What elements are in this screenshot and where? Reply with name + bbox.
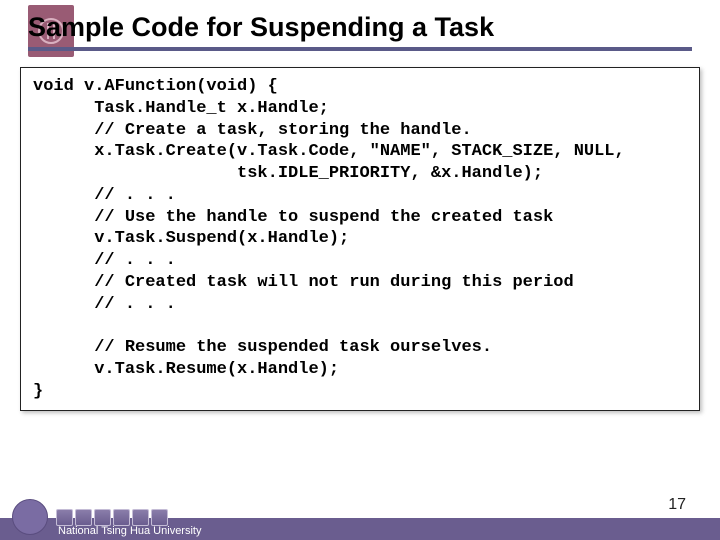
university-wordmark [56,507,206,527]
slide: Sample Code for Suspending a Task void v… [0,0,720,540]
page-number: 17 [668,496,686,514]
code-sample: void v.AFunction(void) { Task.Handle_t x… [20,67,700,411]
title-area: Sample Code for Suspending a Task [0,0,720,57]
slide-title: Sample Code for Suspending a Task [28,12,692,43]
university-seal-icon [12,499,48,535]
footer: National Tsing Hua University 17 [0,494,720,540]
footer-university-name: National Tsing Hua University [58,525,201,537]
title-underline [28,47,692,51]
